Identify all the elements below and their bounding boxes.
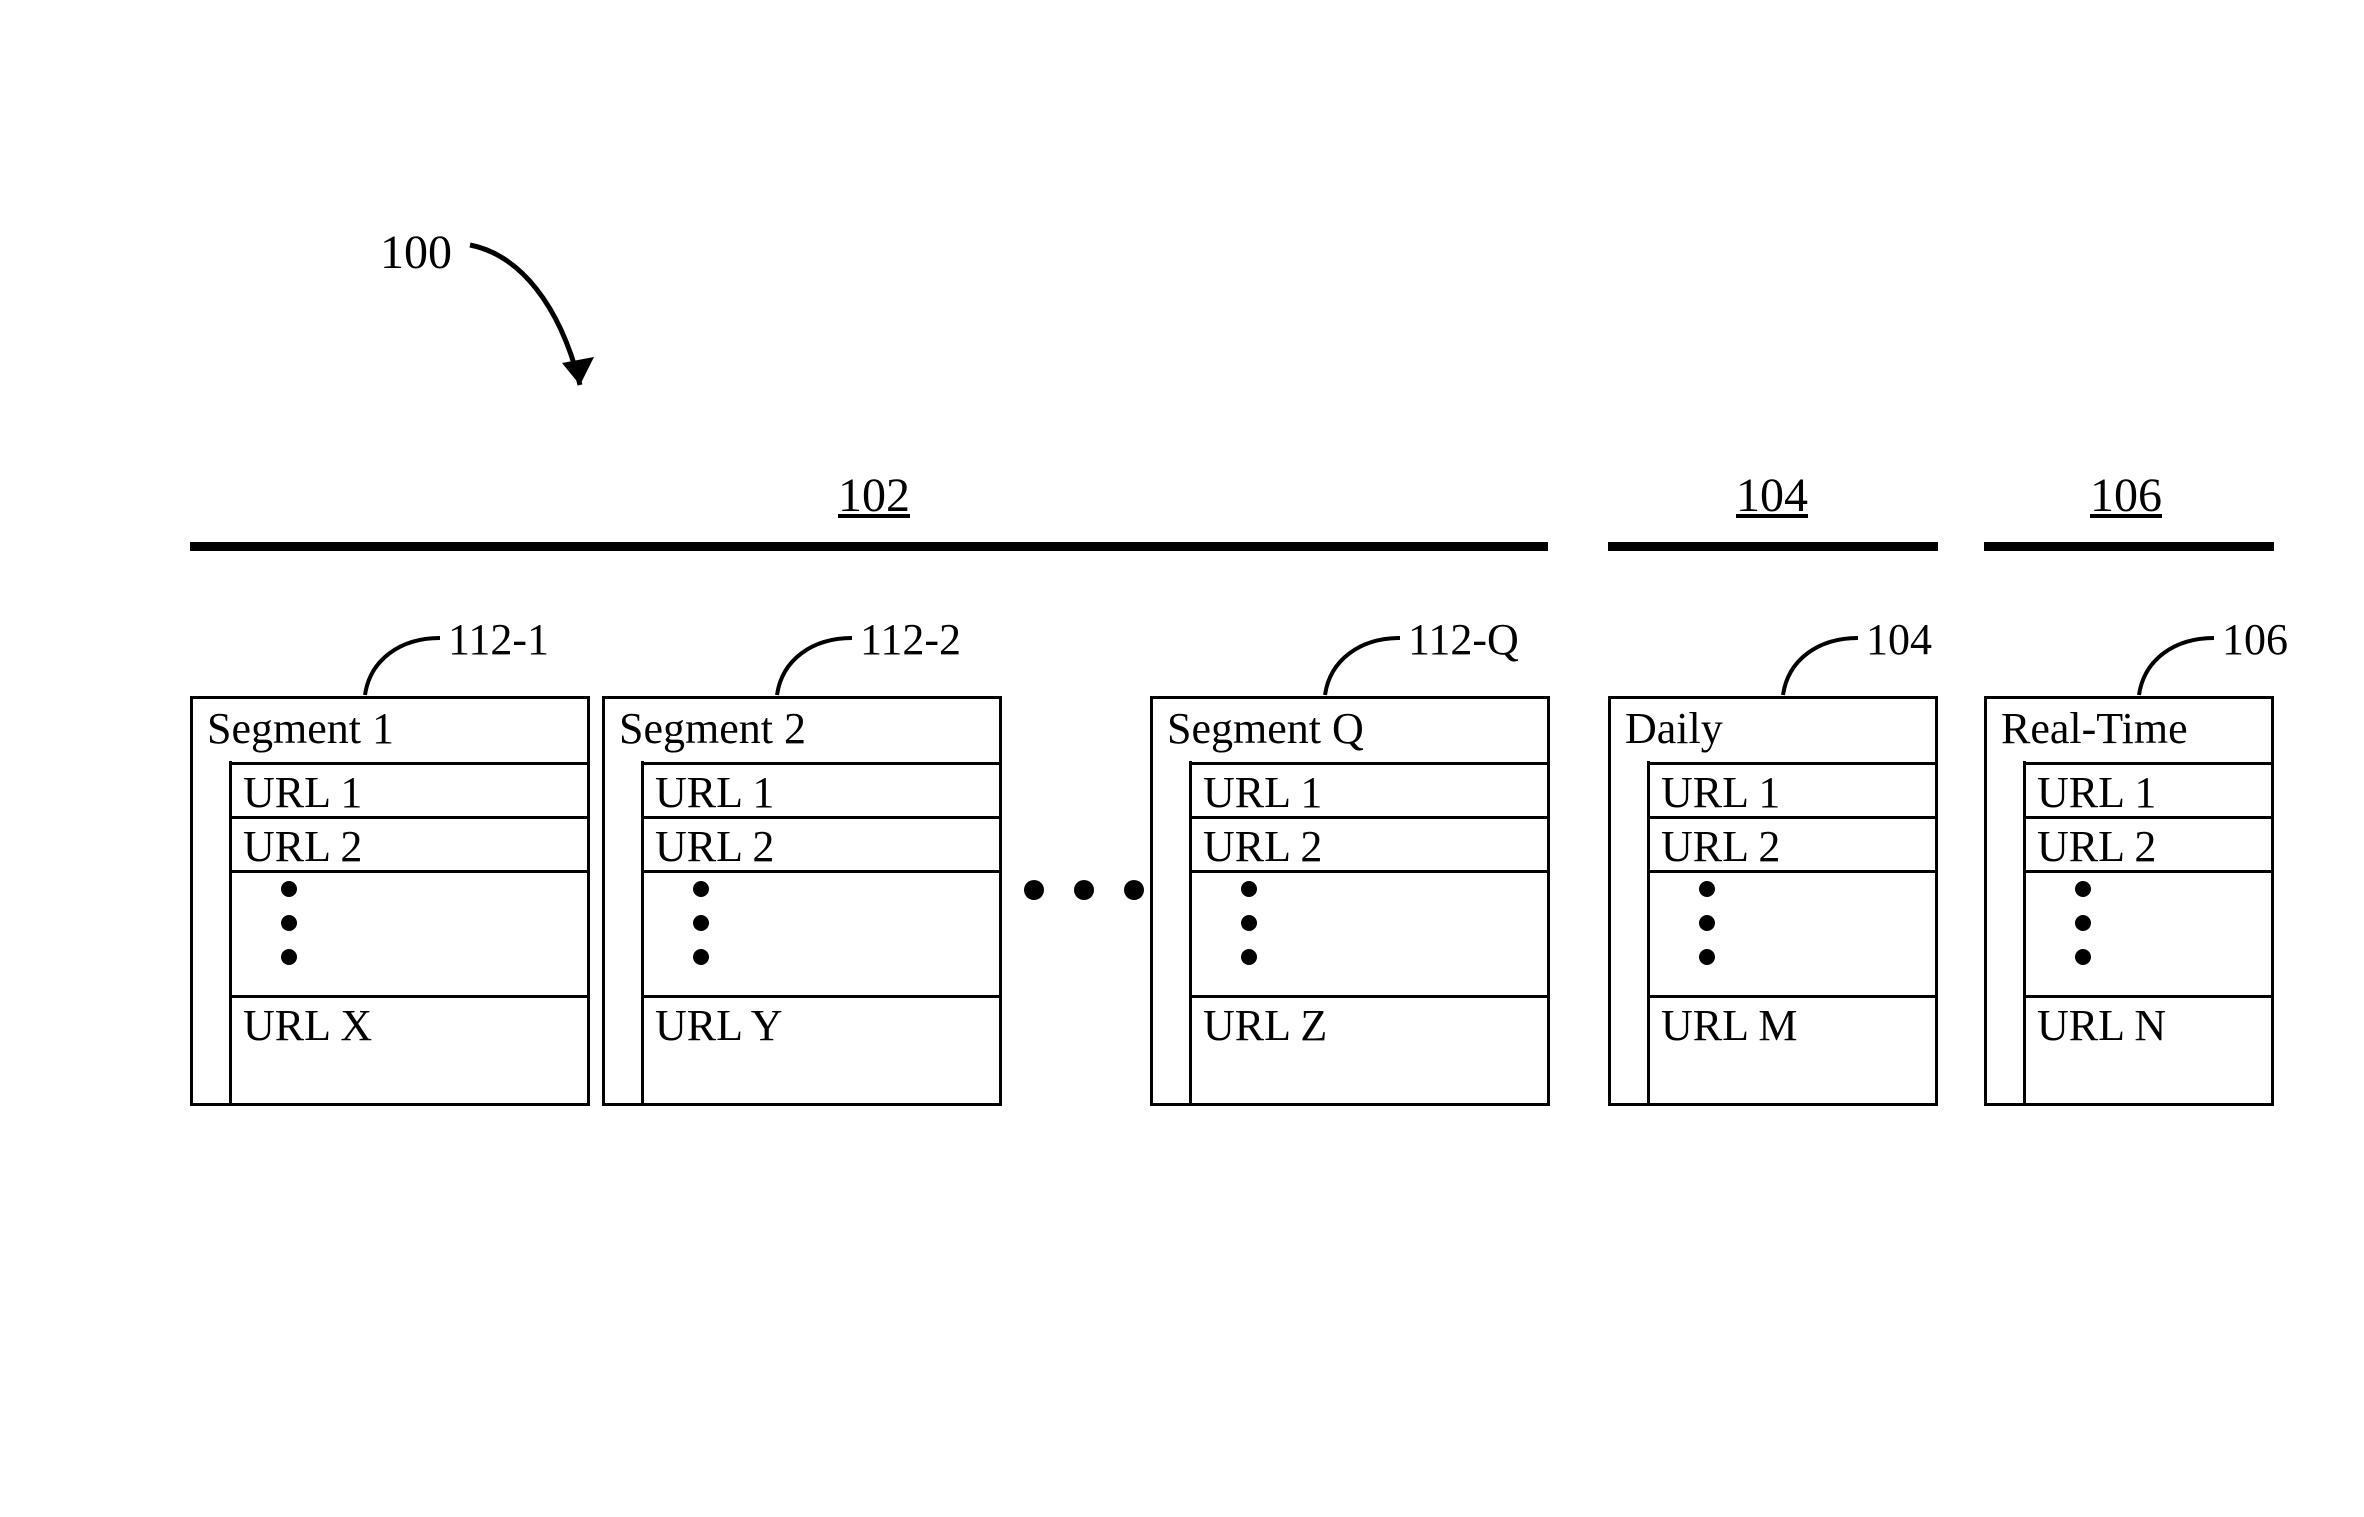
diagram-stage: 100 102 104 106 112-1 Segment 1 URL 1 UR…	[0, 0, 2364, 1517]
url-row: URL 2	[229, 816, 587, 870]
callout-label-realtime: 106	[2222, 614, 2288, 665]
url-row: URL 1	[1189, 762, 1547, 816]
segment-title: Segment 1	[193, 699, 587, 762]
section-bar-daily	[1608, 542, 1938, 551]
vertical-ellipsis-icon	[641, 870, 999, 995]
url-row: URL 1	[229, 762, 587, 816]
vertical-ellipsis-icon	[2023, 870, 2271, 995]
section-daily-ref: 104	[1736, 468, 1808, 523]
url-row: URL 2	[1189, 816, 1547, 870]
section-bar-base	[190, 542, 1548, 551]
segment-box-segq: Segment Q URL 1 URL 2 URL Z	[1150, 696, 1550, 1106]
segment-title: Segment Q	[1153, 699, 1547, 762]
vertical-ellipsis-icon	[229, 870, 587, 995]
overall-ref-arrow-icon	[460, 235, 630, 425]
url-row: URL 1	[641, 762, 999, 816]
segment-box-seg1: Segment 1 URL 1 URL 2 URL X	[190, 696, 590, 1106]
url-row-last: URL X	[229, 995, 587, 1051]
section-bar-realtime	[1984, 542, 2274, 551]
segment-box-realtime: Real-Time URL 1 URL 2 URL N	[1984, 696, 2274, 1106]
segment-title: Daily	[1611, 699, 1935, 762]
url-row: URL 1	[1647, 762, 1935, 816]
callout-label-seg2: 112-2	[860, 614, 961, 665]
url-row: URL 2	[641, 816, 999, 870]
url-row: URL 2	[2023, 816, 2271, 870]
callout-label-seg1: 112-1	[448, 614, 549, 665]
segment-title: Real-Time	[1987, 699, 2271, 762]
horizontal-ellipsis-icon	[1024, 880, 1144, 900]
section-realtime-ref: 106	[2090, 468, 2162, 523]
segment-title: Segment 2	[605, 699, 999, 762]
url-row-last: URL M	[1647, 995, 1935, 1051]
url-row-last: URL Z	[1189, 995, 1547, 1051]
callout-label-daily: 104	[1866, 614, 1932, 665]
segment-box-daily: Daily URL 1 URL 2 URL M	[1608, 696, 1938, 1106]
vertical-ellipsis-icon	[1189, 870, 1547, 995]
url-row: URL 1	[2023, 762, 2271, 816]
vertical-ellipsis-icon	[1647, 870, 1935, 995]
url-row-last: URL Y	[641, 995, 999, 1051]
url-row: URL 2	[1647, 816, 1935, 870]
segment-box-seg2: Segment 2 URL 1 URL 2 URL Y	[602, 696, 1002, 1106]
overall-ref-label: 100	[380, 225, 452, 280]
url-row-last: URL N	[2023, 995, 2271, 1051]
section-base-ref: 102	[838, 468, 910, 523]
callout-label-segq: 112-Q	[1408, 614, 1519, 665]
